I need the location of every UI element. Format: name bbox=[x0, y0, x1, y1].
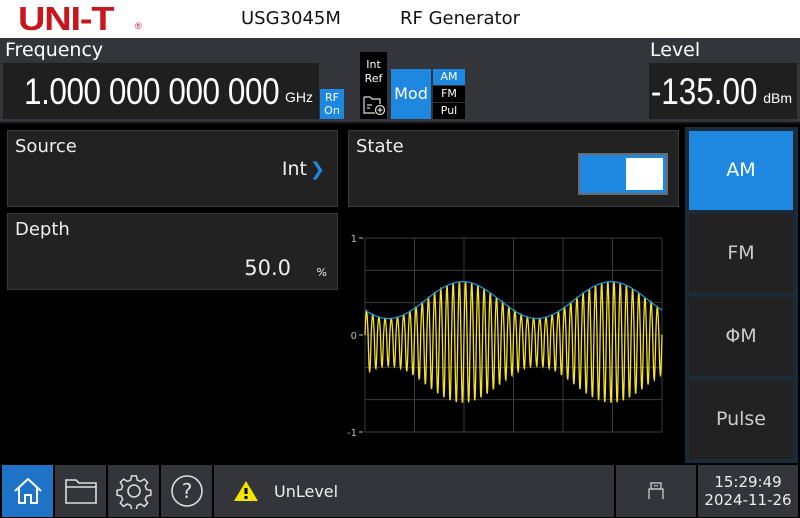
source-setting[interactable]: Source Int ❯ bbox=[7, 130, 338, 207]
frequency-label: Frequency bbox=[5, 39, 104, 61]
help-button[interactable]: ? bbox=[161, 465, 212, 517]
modulation-button[interactable]: Mod bbox=[391, 69, 431, 119]
menu-item-am[interactable]: AM bbox=[689, 131, 793, 210]
depth-unit: % bbox=[316, 266, 327, 279]
logo-text: UNI-T bbox=[18, 0, 115, 37]
clock-date: 2024-11-26 bbox=[704, 491, 792, 509]
level-value: -135.00 bbox=[650, 71, 757, 112]
home-button[interactable] bbox=[2, 465, 53, 517]
y-tick-label: 0 bbox=[351, 331, 357, 342]
frequency-unit: GHz bbox=[285, 89, 313, 105]
status-text: UnLevel bbox=[274, 481, 339, 501]
y-tick-label: 1 bbox=[351, 234, 357, 245]
source-label: Source bbox=[15, 136, 77, 157]
clock: 15:29:49 2024-11-26 bbox=[698, 465, 798, 517]
level-label: Level bbox=[650, 39, 701, 61]
menu-item-pm[interactable]: ΦM bbox=[689, 297, 793, 376]
state-toggle[interactable] bbox=[578, 153, 668, 195]
ref-source: Int bbox=[366, 58, 381, 71]
logo-registered-mark: ® bbox=[135, 21, 142, 31]
chevron-right-icon: ❯ bbox=[309, 159, 325, 180]
usb-icon bbox=[648, 482, 664, 499]
folder-icon bbox=[64, 479, 97, 504]
usb-status bbox=[616, 465, 696, 517]
reference-indicator[interactable]: Int Ref bbox=[360, 52, 387, 119]
frequency-display[interactable]: 1.000 000 000 000 GHz bbox=[3, 63, 319, 119]
warning-icon bbox=[234, 481, 258, 501]
mod-tag-am: AM bbox=[433, 69, 465, 85]
footer-bar: ? UnLevel 15:29:49 2024-11-26 bbox=[0, 463, 800, 518]
folder-add-icon bbox=[363, 96, 386, 116]
modulation-menu: AM FM ΦM Pulse bbox=[685, 127, 798, 463]
level-unit: dBm bbox=[763, 90, 792, 106]
settings-icon bbox=[115, 475, 152, 509]
source-value: Int bbox=[281, 158, 307, 180]
brand-logo: UNI-T ® bbox=[18, 2, 142, 35]
title-bar: UNI-T ® USG3045M RF Generator bbox=[0, 0, 800, 38]
frequency-value: 1.000 000 000 000 bbox=[23, 71, 280, 112]
app-title: RF Generator bbox=[400, 8, 520, 29]
status-message-area: UnLevel bbox=[214, 465, 614, 517]
file-button[interactable] bbox=[55, 465, 106, 517]
rf-state: On bbox=[324, 104, 340, 117]
level-display[interactable]: -135.00 dBm bbox=[649, 63, 797, 119]
y-tick-label: -1 bbox=[347, 428, 357, 439]
mod-tag-pulse: Pul bbox=[433, 103, 465, 119]
help-icon: ? bbox=[170, 475, 203, 507]
depth-label: Depth bbox=[15, 219, 70, 240]
ref-label: Ref bbox=[364, 72, 383, 85]
clock-time: 15:29:49 bbox=[714, 473, 782, 491]
menu-item-pulse[interactable]: Pulse bbox=[689, 380, 793, 459]
menu-item-fm[interactable]: FM bbox=[689, 214, 793, 293]
svg-text:?: ? bbox=[181, 479, 192, 503]
depth-setting[interactable]: Depth 50.0 % bbox=[7, 213, 338, 290]
rf-label: RF bbox=[325, 91, 339, 104]
model-name: USG3045M bbox=[241, 8, 341, 29]
am-waveform-chart: 1 0 -1 bbox=[347, 234, 663, 439]
state-label: State bbox=[356, 136, 404, 157]
rf-output-indicator[interactable]: RF On bbox=[320, 89, 344, 119]
toggle-knob bbox=[626, 158, 663, 190]
settings-button[interactable] bbox=[108, 465, 159, 517]
depth-value: 50.0 bbox=[244, 256, 291, 280]
state-setting: State bbox=[348, 130, 679, 207]
home-icon bbox=[13, 478, 42, 504]
mod-tag-fm: FM bbox=[433, 86, 465, 102]
